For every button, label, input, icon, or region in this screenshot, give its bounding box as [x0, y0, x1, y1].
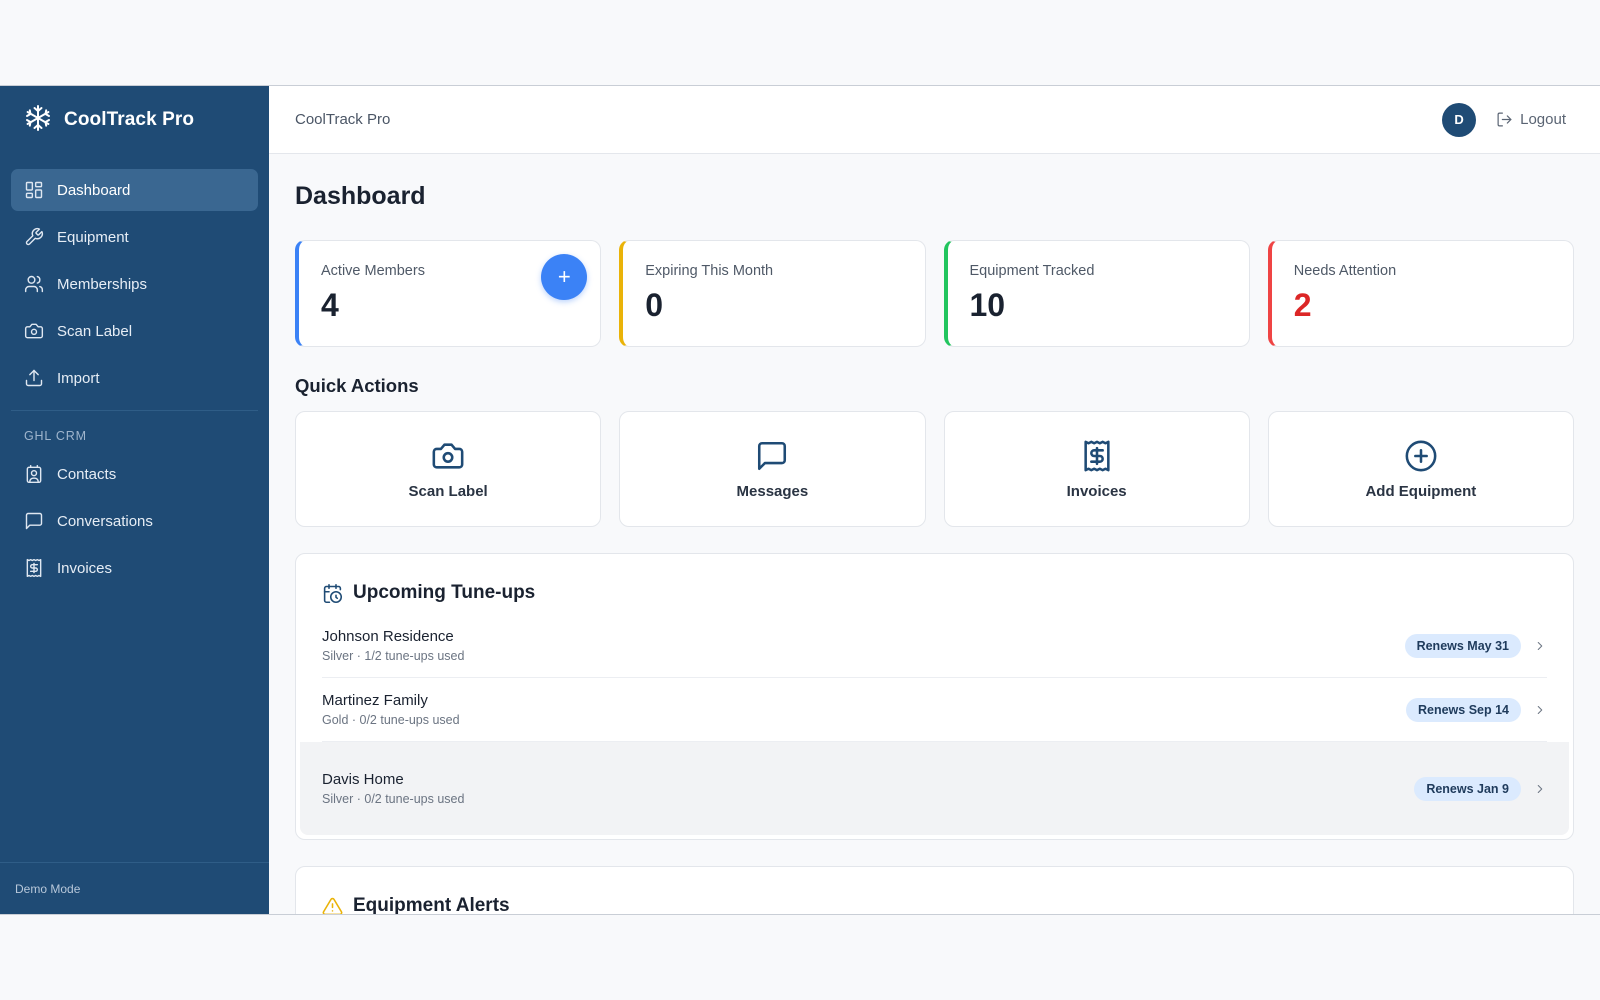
topbar: CoolTrack Pro D Logout	[269, 86, 1600, 154]
sidebar: CoolTrack Pro Dashboard Equipment Member…	[0, 86, 269, 914]
stat-label: Equipment Tracked	[969, 263, 1095, 279]
renewal-badge: Renews Jan 9	[1414, 776, 1521, 801]
sidebar-item-label: Equipment	[57, 228, 129, 246]
stat-label: Expiring This Month	[645, 263, 774, 279]
renewal-badge: Renews Sep 14	[1405, 697, 1521, 722]
panel-header: Upcoming Tune-ups	[296, 554, 1573, 614]
panel-header: Equipment Alerts	[296, 867, 1573, 914]
sidebar-item-label: Memberships	[57, 275, 148, 293]
sidebar-item-scan-label[interactable]: Scan Label	[11, 310, 258, 352]
upcoming-tuneups-panel: Upcoming Tune-ups Johnson Residence Silv…	[295, 553, 1574, 840]
stat-value: 2	[1293, 287, 1312, 323]
sidebar-item-label: Import	[57, 369, 100, 387]
sidebar-nav: Dashboard Equipment Memberships Scan Lab…	[0, 154, 269, 594]
dashboard-grid-icon	[25, 181, 43, 199]
customer-name: Davis Home	[322, 771, 404, 788]
stat-card-equipment-tracked[interactable]: Equipment Tracked 10	[943, 240, 1250, 347]
panel-title: Upcoming Tune-ups	[353, 582, 536, 603]
snowflake-icon	[24, 104, 52, 137]
topbar-title: CoolTrack Pro	[295, 111, 391, 128]
sidebar-section-label: GHL CRM	[24, 429, 87, 443]
sidebar-item-conversations[interactable]: Conversations	[11, 500, 258, 542]
messages-action[interactable]: Messages	[619, 411, 926, 527]
equipment-alerts-panel: Equipment Alerts	[295, 866, 1574, 914]
sidebar-item-memberships[interactable]: Memberships	[11, 263, 258, 305]
chevron-right-icon	[1537, 641, 1543, 650]
sidebar-item-dashboard[interactable]: Dashboard	[11, 169, 258, 211]
sidebar-item-label: Scan Label	[57, 322, 133, 340]
chevron-right-icon	[1537, 784, 1543, 793]
invoice-icon	[26, 558, 42, 578]
message-icon	[25, 512, 43, 530]
quick-actions-title: Quick Actions	[295, 375, 419, 396]
logout-button[interactable]: Logout	[1496, 111, 1566, 128]
add-member-button[interactable]: +	[541, 254, 588, 300]
action-label: Scan Label	[408, 482, 488, 500]
topbar-actions: D Logout	[1442, 102, 1566, 137]
brand-name: CoolTrack Pro	[64, 109, 195, 130]
membership-details: Silver · 1/2 tune-ups used	[322, 649, 465, 663]
page-content: Dashboard Active Members 4 + Expiring Th…	[269, 154, 1600, 914]
quick-actions: Scan Label Messages Invoices Add Equipme…	[295, 411, 1574, 527]
logout-label: Logout	[1520, 111, 1566, 128]
sidebar-item-equipment[interactable]: Equipment	[11, 216, 258, 258]
customer-name: Martinez Family	[322, 692, 428, 709]
calendar-clock-icon	[323, 583, 343, 603]
stat-card-expiring[interactable]: Expiring This Month 0	[619, 240, 926, 347]
action-label: Messages	[736, 482, 809, 500]
sidebar-item-contacts[interactable]: Contacts	[11, 453, 258, 495]
stats-row: Active Members 4 + Expiring This Month 0…	[295, 240, 1574, 347]
page-title: Dashboard	[295, 182, 426, 210]
camera-icon	[24, 323, 44, 339]
stat-value: 4	[321, 287, 339, 323]
contact-card-icon	[26, 464, 42, 484]
action-label: Add Equipment	[1365, 482, 1477, 500]
panel-title: Equipment Alerts	[353, 895, 510, 914]
plus-circle-icon	[1405, 440, 1437, 471]
add-equipment-action[interactable]: Add Equipment	[1267, 411, 1574, 527]
list-item[interactable]: Johnson Residence Silver · 1/2 tune-ups …	[322, 614, 1547, 678]
membership-details: Gold · 0/2 tune-ups used	[322, 713, 460, 727]
sidebar-divider	[11, 410, 258, 411]
sidebar-footer: Demo Mode	[0, 862, 269, 914]
renewal-badge: Renews May 31	[1404, 633, 1521, 658]
brand[interactable]: CoolTrack Pro	[0, 86, 269, 154]
camera-icon	[432, 442, 464, 469]
users-icon	[24, 275, 44, 293]
invoice-icon	[1084, 440, 1110, 471]
sidebar-item-import[interactable]: Import	[11, 357, 258, 399]
stat-label: Active Members	[321, 263, 425, 279]
stat-card-needs-attention[interactable]: Needs Attention 2	[1267, 240, 1574, 347]
list-item[interactable]: Martinez Family Gold · 0/2 tune-ups used…	[322, 678, 1547, 742]
avatar[interactable]: D	[1442, 102, 1477, 137]
sidebar-item-label: Contacts	[57, 465, 117, 483]
list-item[interactable]: Davis Home Silver · 0/2 tune-ups used Re…	[300, 742, 1569, 835]
app-window: CoolTrack Pro Dashboard Equipment Member…	[0, 85, 1600, 915]
sidebar-item-label: Invoices	[57, 559, 113, 577]
sidebar-item-label: Dashboard	[57, 181, 131, 199]
scan-label-action[interactable]: Scan Label	[295, 411, 602, 527]
sidebar-item-label: Conversations	[57, 512, 153, 530]
invoices-action[interactable]: Invoices	[943, 411, 1250, 527]
stat-value: 10	[969, 287, 1006, 323]
sidebar-item-invoices[interactable]: Invoices	[11, 547, 258, 589]
upload-icon	[25, 369, 43, 387]
warning-icon	[322, 897, 343, 914]
main-area: CoolTrack Pro D Logout Dashboard Active …	[269, 86, 1600, 914]
message-icon	[758, 441, 787, 470]
stat-card-active-members[interactable]: Active Members 4 +	[295, 240, 602, 347]
stat-value: 0	[645, 287, 664, 323]
chevron-right-icon	[1537, 705, 1543, 714]
membership-details: Silver · 0/2 tune-ups used	[322, 792, 465, 806]
logout-icon	[1497, 112, 1512, 127]
stat-label: Needs Attention	[1293, 263, 1397, 279]
action-label: Invoices	[1066, 482, 1127, 500]
customer-name: Johnson Residence	[322, 628, 454, 645]
wrench-icon	[25, 227, 44, 246]
